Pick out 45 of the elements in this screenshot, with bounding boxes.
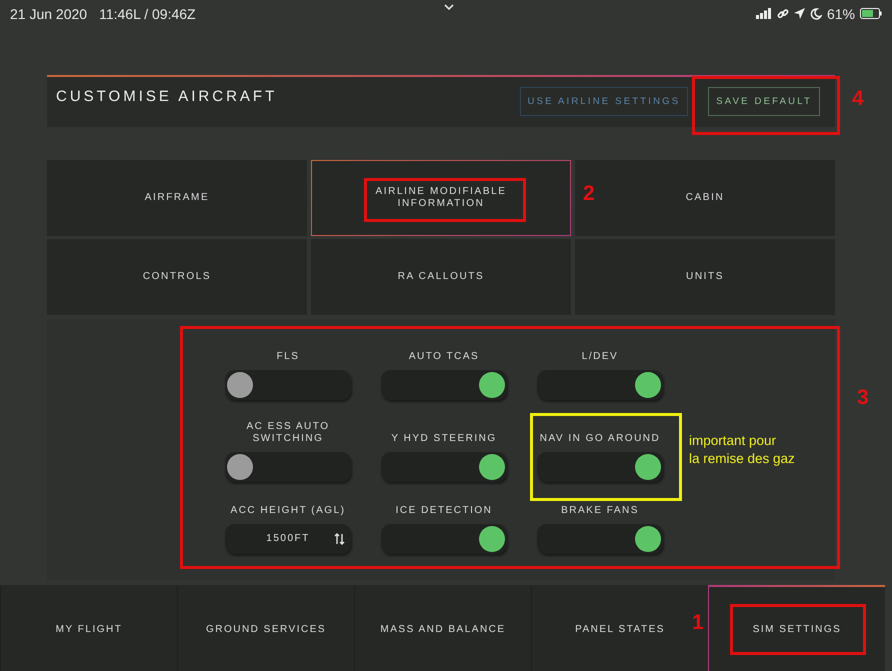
page-title: CUSTOMISE AIRCRAFT	[56, 88, 278, 106]
toggle-switch[interactable]	[225, 370, 351, 400]
toggle-switch[interactable]	[537, 452, 663, 482]
height-selector[interactable]: 1500FT	[225, 524, 351, 554]
category-tab[interactable]: UNITS	[575, 238, 835, 315]
save-button[interactable]: SAVE DEFAULT	[708, 87, 820, 116]
toggle-switch[interactable]	[225, 452, 351, 482]
battery-icon	[860, 8, 882, 20]
battery-percent: 61%	[826, 6, 855, 22]
setting-label: BRAKE FANS	[560, 504, 640, 517]
category-tab[interactable]: AIRFRAME	[47, 160, 307, 236]
nav-tab[interactable]: MASS AND BALANCE	[354, 585, 531, 671]
setting-label: AUTO TCAS	[408, 350, 480, 363]
toggle-switch[interactable]	[381, 370, 507, 400]
signal-icon	[756, 8, 772, 20]
sort-arrows-icon	[334, 532, 345, 545]
setting-label: ACC HEIGHT (AGL)	[230, 504, 346, 517]
annotation-number: 4	[852, 87, 864, 112]
nav-tab[interactable]: GROUND SERVICES	[177, 585, 354, 671]
link-icon	[776, 8, 789, 20]
setting-label: ICE DETECTION	[394, 504, 494, 517]
annotation-note: important pour la remise des gaz	[689, 432, 796, 468]
moon-icon	[810, 8, 822, 20]
chevron-down-icon[interactable]	[444, 4, 454, 10]
toggle-switch[interactable]	[381, 452, 507, 482]
category-tab[interactable]: RA CALLOUTS	[311, 238, 571, 315]
setting-label: NAV IN GO AROUND	[538, 432, 662, 445]
annotation-number: 3	[857, 386, 869, 410]
category-tab[interactable]: AIRLINE MODIFIABLE INFORMATION	[311, 160, 571, 236]
toggle-switch[interactable]	[537, 370, 663, 400]
nav-tab[interactable]: SIM SETTINGS	[708, 585, 885, 671]
setting-label: FLS	[276, 350, 300, 363]
nav-tab[interactable]: MY FLIGHT	[0, 585, 177, 671]
setting-label: L/DEV	[580, 350, 620, 363]
location-arrow-icon	[794, 8, 805, 20]
toggle-switch[interactable]	[381, 524, 507, 554]
annotation-number: 1	[692, 611, 704, 636]
annotation-number: 2	[583, 182, 595, 206]
category-tab[interactable]: CONTROLS	[47, 238, 307, 315]
settings-button[interactable]: USE AIRLINE SETTINGS	[520, 87, 688, 116]
status-date: 21 Jun 2020	[10, 6, 88, 22]
toggle-switch[interactable]	[537, 524, 663, 554]
setting-label: Y HYD STEERING	[390, 432, 498, 445]
status-time: 11:46L / 09:46Z	[99, 6, 196, 22]
setting-label: AC ESS AUTO SWITCHING	[245, 420, 330, 445]
